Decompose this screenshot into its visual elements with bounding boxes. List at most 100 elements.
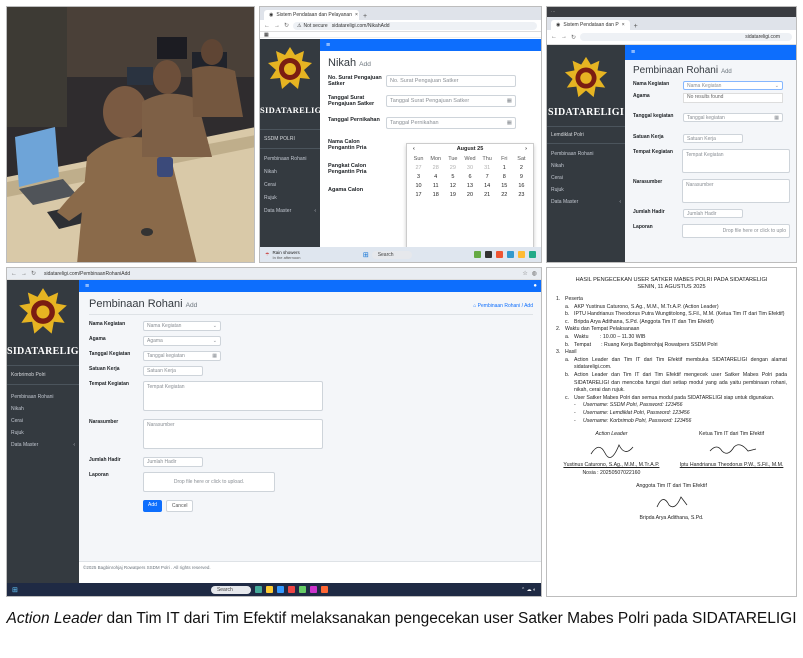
calendar-day[interactable]: 21 <box>479 192 496 198</box>
calendar-day[interactable]: 3 <box>410 174 427 180</box>
star-icon[interactable]: ☆ <box>522 270 527 277</box>
weather-widget[interactable]: ☂ Rain showers In the afternoon <box>265 250 301 260</box>
sidebar-item-data-master[interactable]: Data Master ‹ <box>264 205 316 218</box>
calendar-day[interactable]: 28 <box>427 165 444 171</box>
laporan-dropzone[interactable]: Drop file here or click to uplo <box>682 224 790 238</box>
calendar-day[interactable]: 23 <box>513 192 530 198</box>
tanggal-pernikahan-input[interactable]: Tanggal Pernikahan ▦ <box>386 117 516 129</box>
windows-start-icon[interactable]: ⊞ <box>12 586 18 594</box>
jumlah-hadir-input[interactable]: Jumlah Hadir <box>143 457 203 467</box>
calendar-day[interactable]: 30 <box>461 165 478 171</box>
grid-icon[interactable]: ▦ <box>264 32 269 38</box>
profile-icon[interactable]: ◍ <box>532 270 537 277</box>
calendar-day[interactable]: 16 <box>513 183 530 189</box>
sidebar-item-cerai[interactable]: Cerai <box>11 415 75 427</box>
calendar-day[interactable]: 1 <box>496 165 513 171</box>
sidebar-item-data-master[interactable]: Data Master ‹ <box>551 196 621 208</box>
tempat-kegiatan-input[interactable]: Tempat Kegiatan <box>682 149 790 173</box>
sidebar-item-nikah[interactable]: Nikah <box>551 160 621 172</box>
calendar-day[interactable]: 31 <box>479 165 496 171</box>
jumlah-hadir-input[interactable]: Jumlah Hadir <box>683 209 743 218</box>
sidebar-item-rujuk[interactable]: Rujuk <box>11 427 75 439</box>
calendar-day[interactable]: 9 <box>513 174 530 180</box>
tanggal-surat-input[interactable]: Tanggal Surat Pengajuan Satker ▦ <box>386 95 516 107</box>
satuan-kerja-input[interactable]: Satuan Kerja <box>143 366 203 376</box>
sidebar-item-rujuk[interactable]: Rujuk <box>551 184 621 196</box>
close-icon[interactable]: × <box>355 12 358 18</box>
back-icon[interactable]: ← <box>264 23 270 29</box>
reload-icon[interactable]: ↻ <box>284 22 289 29</box>
agama-select[interactable]: Agama ⌄ <box>143 336 221 346</box>
chevron-left-icon[interactable]: ‹ <box>413 146 415 152</box>
new-tab-icon[interactable]: + <box>634 23 638 30</box>
calendar-day[interactable]: 19 <box>444 192 461 198</box>
taskbar-search[interactable]: Search <box>210 585 251 594</box>
agama-dropdown[interactable]: No results found <box>683 93 783 103</box>
calendar-day[interactable]: 22 <box>496 192 513 198</box>
sidebar-user[interactable]: Lemdiklat Polri <box>547 126 625 144</box>
tempat-kegiatan-textarea[interactable]: Tempat Kegiatan <box>143 381 323 411</box>
reload-icon[interactable]: ↻ <box>571 34 576 41</box>
sidebar-item-pembinaan-rohani[interactable]: Pembinaan Rohani <box>551 148 621 160</box>
sidebar-item-cerai[interactable]: Cerai <box>264 179 316 192</box>
hamburger-icon[interactable]: ≡ <box>326 42 330 49</box>
sidebar-item-pembinaan-rohani[interactable]: Pembinaan Rohani <box>264 153 316 166</box>
calendar-day[interactable]: 8 <box>496 174 513 180</box>
calendar-day[interactable]: 7 <box>479 174 496 180</box>
calendar-day[interactable]: 14 <box>479 183 496 189</box>
breadcrumb[interactable]: ⌂ Pembinaan Rohani / Add <box>473 303 533 309</box>
calendar-day[interactable]: 10 <box>410 183 427 189</box>
forward-icon[interactable]: → <box>561 34 567 40</box>
satuan-kerja-input[interactable]: Satuan Kerja <box>683 134 743 143</box>
system-tray-icon[interactable]: ⌃ ☁ ◐ <box>521 587 536 593</box>
tanggal-kegiatan-input[interactable]: Tanggal kegiatan ▦ <box>683 113 783 122</box>
calendar-day[interactable]: 11 <box>427 183 444 189</box>
browser-tab[interactable]: ◉ Sistem Pendataan dan P × <box>551 20 630 30</box>
sidebar-item-nikah[interactable]: Nikah <box>11 403 75 415</box>
calendar-day[interactable]: 4 <box>427 174 444 180</box>
calendar-day[interactable]: 17 <box>410 192 427 198</box>
sidebar-item-cerai[interactable]: Cerai <box>551 172 621 184</box>
calendar-day[interactable]: 27 <box>410 165 427 171</box>
sidebar-item-rujuk[interactable]: Rujuk <box>264 192 316 205</box>
nama-kegiatan-input[interactable]: Nama Kegiatan ⌄ <box>683 81 783 90</box>
calendar-day[interactable]: 20 <box>461 192 478 198</box>
hamburger-icon[interactable]: ≡ <box>85 283 89 290</box>
windows-start-icon[interactable]: ⊞ <box>363 251 369 259</box>
narasumber-input[interactable]: Narasumber <box>682 179 790 203</box>
no-surat-input[interactable]: No. Surat Pengajuan Satker <box>386 75 516 87</box>
tanggal-kegiatan-input[interactable]: Tanggal kegiatan ▦ <box>143 351 221 361</box>
new-tab-icon[interactable]: + <box>363 13 367 20</box>
sidebar-item-nikah[interactable]: Nikah <box>264 166 316 179</box>
add-button[interactable]: Add <box>143 500 162 512</box>
calendar-day[interactable]: 13 <box>461 183 478 189</box>
close-icon[interactable]: × <box>622 22 625 28</box>
hamburger-icon[interactable]: ≡ <box>631 49 635 56</box>
taskbar-search[interactable]: Search <box>371 250 412 259</box>
address-bar[interactable]: sidatareligi.com <box>580 33 792 41</box>
forward-icon[interactable]: → <box>21 271 27 277</box>
sidebar-user[interactable]: SSDM POLRI <box>260 129 320 149</box>
chevron-right-icon[interactable]: › <box>525 146 527 152</box>
nama-kegiatan-select[interactable]: Nama Kegiatan ⌄ <box>143 321 221 331</box>
calendar-day[interactable]: 6 <box>461 174 478 180</box>
calendar-day[interactable]: 18 <box>427 192 444 198</box>
browser-tab[interactable]: ◉ Sistem Pendataan dan Pelayanan × <box>264 10 359 20</box>
calendar-day[interactable]: 12 <box>444 183 461 189</box>
sidebar-item-data-master[interactable]: Data Master ‹ <box>11 439 75 451</box>
sidebar-user[interactable]: Korbrimob Polri <box>7 365 79 385</box>
user-icon[interactable]: ● <box>533 283 537 289</box>
back-icon[interactable]: ← <box>551 34 557 40</box>
forward-icon[interactable]: → <box>274 23 280 29</box>
address-bar[interactable]: ⚠ Not secure sidatareligi.com/NikahAdd <box>293 21 537 30</box>
back-icon[interactable]: ← <box>11 271 17 277</box>
reload-icon[interactable]: ↻ <box>31 270 36 277</box>
calendar-day[interactable]: 2 <box>513 165 530 171</box>
calendar-day[interactable]: 15 <box>496 183 513 189</box>
address-bar[interactable]: sidatareligi.com/PembinaanRohaniAdd <box>40 270 518 278</box>
sidebar-item-pembinaan-rohani[interactable]: Pembinaan Rohani <box>11 391 75 403</box>
cancel-button[interactable]: Cancel <box>165 500 194 512</box>
laporan-dropzone[interactable]: Drop file here or click to upload. <box>143 472 275 492</box>
calendar-day[interactable]: 29 <box>444 165 461 171</box>
narasumber-textarea[interactable]: Narasumber <box>143 419 323 449</box>
